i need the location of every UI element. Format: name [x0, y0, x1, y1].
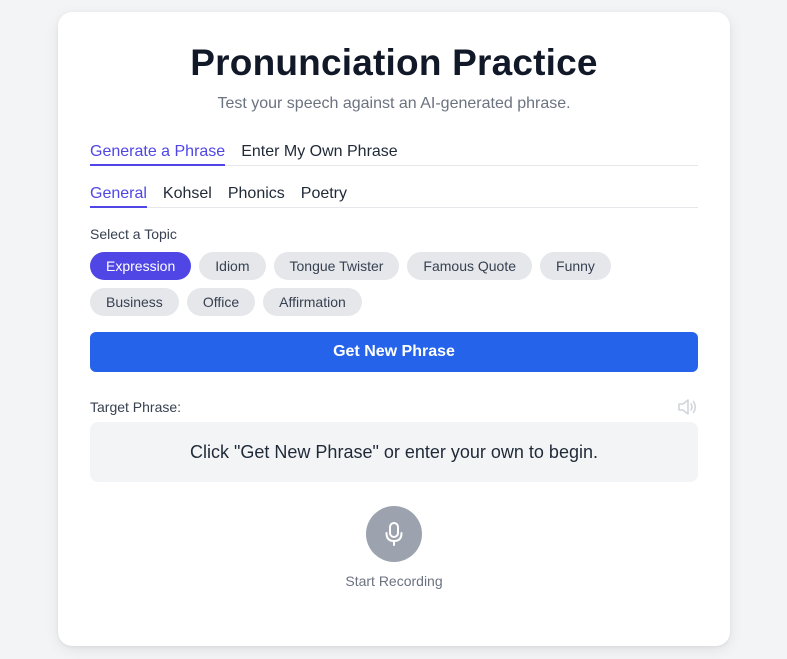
topic-pill-affirmation[interactable]: Affirmation [263, 288, 362, 316]
mode-tabs: Generate a Phrase Enter My Own Phrase [90, 142, 698, 166]
topic-pill-business[interactable]: Business [90, 288, 179, 316]
target-phrase-box: Click "Get New Phrase" or enter your own… [90, 422, 698, 482]
page-title: Pronunciation Practice [190, 42, 598, 83]
topic-pill-funny[interactable]: Funny [540, 252, 611, 280]
tab-general[interactable]: General [90, 184, 147, 208]
target-phrase-label: Target Phrase: [90, 399, 182, 415]
tab-enter-own-phrase[interactable]: Enter My Own Phrase [241, 142, 398, 166]
page-subtitle: Test your speech against an AI-generated… [217, 95, 571, 112]
topic-pill-office[interactable]: Office [186, 288, 256, 316]
tab-kohsel[interactable]: Kohsel [163, 184, 212, 208]
topic-pill-tongue-twister[interactable]: Tongue Twister [273, 252, 400, 280]
microphone-icon [385, 522, 403, 546]
start-recording-label: Start Recording [345, 573, 443, 589]
topic-pill-famous-quote[interactable]: Famous Quote [407, 252, 533, 280]
start-recording-button[interactable] [366, 506, 422, 562]
topic-pill-expression[interactable]: Expression [90, 252, 192, 280]
topic-section-label: Select a Topic [90, 226, 177, 242]
tab-poetry[interactable]: Poetry [301, 184, 347, 208]
category-tabs: General Kohsel Phonics Poetry [90, 184, 698, 208]
speaker-icon[interactable] [676, 397, 698, 417]
tab-generate-phrase[interactable]: Generate a Phrase [90, 142, 226, 166]
practice-card: Pronunciation Practice Test your speech … [58, 12, 730, 646]
topic-pill-idiom[interactable]: Idiom [199, 252, 266, 280]
get-new-phrase-button[interactable]: Get New Phrase [90, 332, 698, 372]
topic-pills: Expression Idiom Tongue Twister Famous Q… [90, 252, 650, 316]
tab-phonics[interactable]: Phonics [228, 184, 285, 208]
